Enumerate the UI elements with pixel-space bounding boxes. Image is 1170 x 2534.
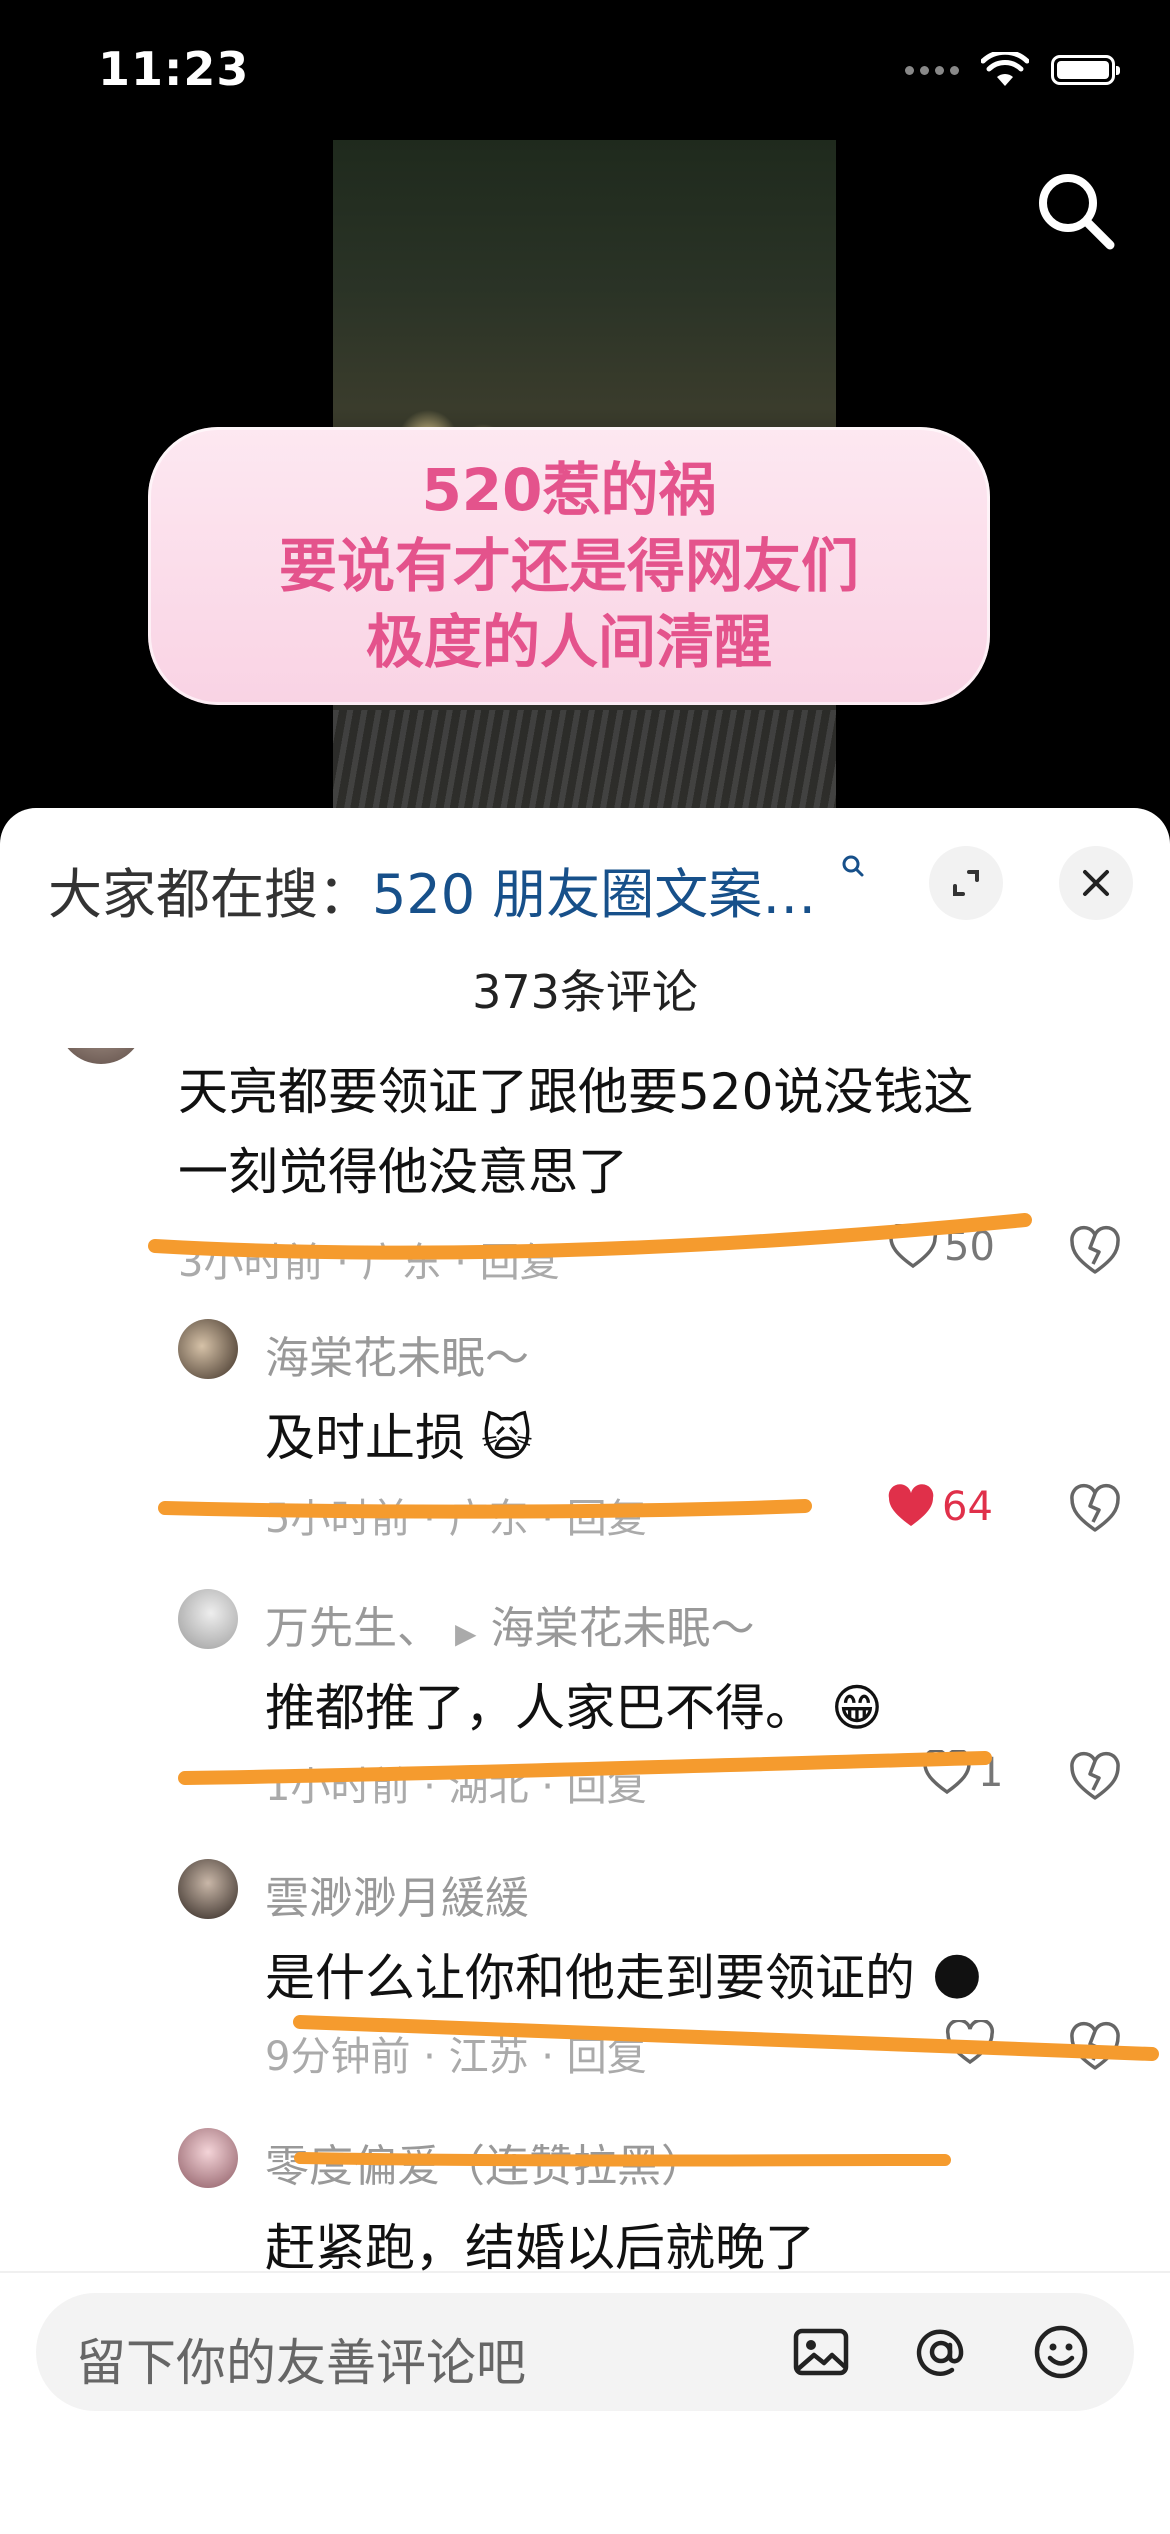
suggestion-link[interactable]: 520 朋友圈文案…: [372, 863, 816, 926]
status-time: 11:23: [98, 42, 250, 96]
comment-text: 及时止损 🙀: [265, 1398, 533, 1470]
video-ground: [333, 710, 836, 810]
comment-text: 天亮都要领证了跟他要520说没钱这: [178, 1063, 974, 1121]
comment-text: 是什么让你和他走到要领证的 🌑: [265, 1938, 983, 2010]
like-button[interactable]: 64: [886, 1484, 993, 1530]
reply-to-username[interactable]: 海棠花未眠～: [491, 1603, 755, 1654]
image-icon[interactable]: [790, 2321, 852, 2383]
close-icon: [1083, 870, 1109, 896]
comment-username[interactable]: 雲渺渺月緩緩: [265, 1862, 529, 1926]
suggestion-search-icon: [842, 855, 864, 877]
avatar[interactable]: [178, 1319, 238, 1379]
comment-text: 推都推了，人家巴不得。 😁: [265, 1668, 883, 1740]
dislike-icon[interactable]: [1068, 1224, 1122, 1276]
expand-icon: [953, 870, 979, 896]
comment-username[interactable]: 万先生、 ▶ 海棠花未眠～: [265, 1592, 755, 1656]
mention-icon[interactable]: [910, 2321, 972, 2383]
comment-meta[interactable]: 5小时前 · 广东 · 回复: [265, 1486, 647, 1544]
comment-list[interactable]: 天亮都要领证了跟他要520说没钱这 一刻觉得他没意思了 3小时前 · 广东 · …: [0, 1048, 1170, 2078]
avatar[interactable]: [58, 1048, 144, 1064]
like-button[interactable]: 1: [922, 1750, 1003, 1796]
comment-text: 赶紧跑，结婚以后就晚了: [265, 2219, 815, 2277]
grin-emoji-icon: 😁: [830, 1679, 884, 1737]
search-icon[interactable]: [1030, 165, 1120, 255]
dislike-icon[interactable]: [1068, 1482, 1122, 1534]
heart-outline-icon: [922, 1750, 972, 1795]
signal-dots-icon: [905, 65, 959, 75]
comment-text-body: 及时止损: [265, 1409, 465, 1467]
status-icons: [905, 52, 1120, 88]
comment-text-body: 是什么让你和他走到要领证的: [265, 1949, 915, 2007]
search-suggestion[interactable]: 大家都在搜：520 朋友圈文案…: [48, 850, 816, 929]
caption-line: 极度的人间清醒: [365, 608, 772, 676]
comment-input-bar: 留下你的友善评论吧: [0, 2271, 1170, 2534]
reply-username[interactable]: 万先生、: [265, 1603, 441, 1654]
emoji-icon[interactable]: [1030, 2321, 1092, 2383]
heart-outline-icon: [945, 2020, 995, 2065]
like-button[interactable]: [945, 2020, 1001, 2066]
comment-username[interactable]: 零度偏爱（连赞拉黑）: [265, 2130, 705, 2194]
comment-input-placeholder: 留下你的友善评论吧: [76, 2334, 526, 2392]
reply-arrow-icon: ▶: [455, 1617, 477, 1650]
comment-input[interactable]: 留下你的友善评论吧: [36, 2293, 1134, 2411]
like-count: 1: [978, 1750, 1004, 1796]
battery-icon: [1051, 55, 1120, 85]
cat-emoji-icon: 🙀: [480, 1409, 534, 1467]
comment-username[interactable]: 海棠花未眠～: [265, 1322, 529, 1386]
heart-filled-icon: [888, 1484, 934, 1526]
like-count: 64: [942, 1484, 993, 1530]
like-button[interactable]: 50: [888, 1224, 995, 1270]
dislike-icon[interactable]: [1068, 1750, 1122, 1802]
close-button[interactable]: [1059, 846, 1133, 920]
expand-button[interactable]: [929, 846, 1003, 920]
suggestion-prefix: 大家都在搜：: [48, 863, 372, 926]
wifi-icon: [981, 52, 1029, 86]
dislike-icon[interactable]: [1068, 2020, 1122, 2072]
comment-text-body: 推都推了，人家巴不得。: [265, 1679, 815, 1737]
avatar[interactable]: [178, 1859, 238, 1919]
caption-line: 520惹的祸: [421, 456, 717, 524]
like-count: 50: [944, 1224, 995, 1270]
caption-line: 要说有才还是得网友们: [278, 532, 859, 600]
comment-meta[interactable]: 1小时前 · 湖北 · 回复: [265, 1754, 647, 1812]
heart-outline-icon: [888, 1224, 938, 1269]
video-caption: 520惹的祸 要说有才还是得网友们 极度的人间清醒: [148, 427, 990, 705]
moon-emoji-icon: 🌑: [930, 1949, 984, 2007]
avatar[interactable]: [178, 2128, 238, 2188]
comment-text: 一刻觉得他没意思了: [178, 1143, 628, 1201]
comment-count: 373条评论: [472, 965, 698, 1019]
avatar[interactable]: [178, 1589, 238, 1649]
comment-meta[interactable]: 9分钟前 · 江苏 · 回复: [265, 2024, 647, 2078]
status-bar: 11:23: [0, 0, 1170, 150]
comment-meta[interactable]: 3小时前 · 广东 · 回复: [178, 1230, 560, 1288]
